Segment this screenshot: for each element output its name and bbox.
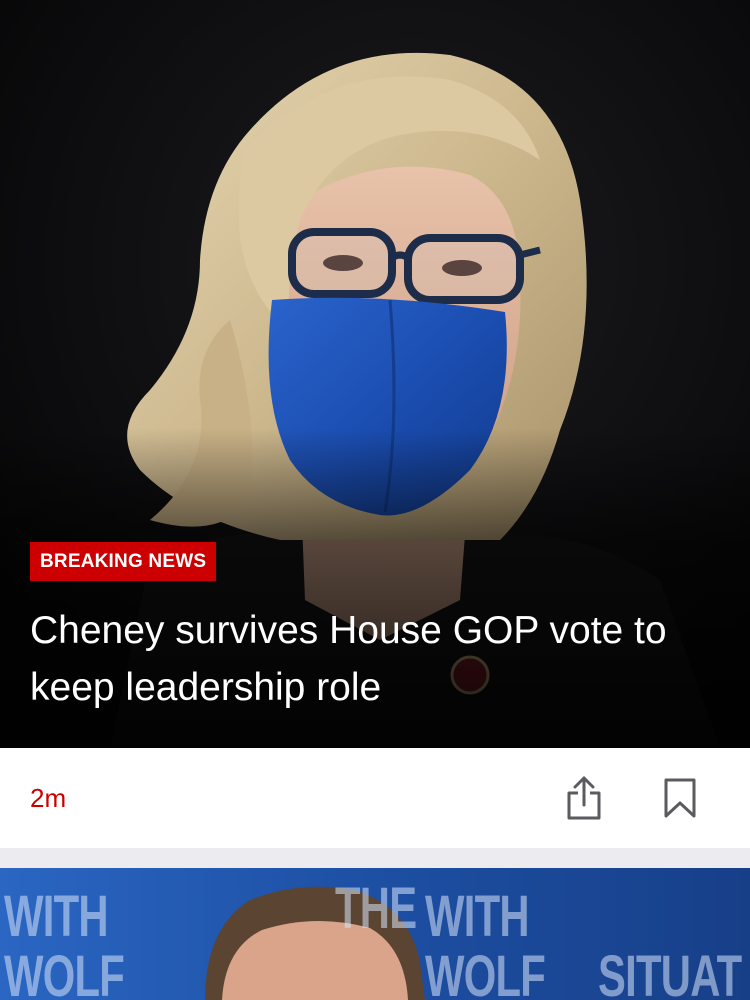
story-timestamp: 2m	[30, 783, 67, 813]
bookmark-button[interactable]	[652, 770, 708, 826]
breaking-news-badge: BREAKING NEWS	[30, 542, 217, 581]
backdrop-text: WOLF	[4, 944, 125, 1000]
backdrop-text: SITUAT	[598, 944, 742, 1000]
share-button[interactable]	[556, 770, 612, 826]
backdrop-text: WITH	[4, 884, 109, 949]
share-icon	[567, 776, 601, 820]
backdrop-text: WITH	[425, 884, 530, 949]
next-story-card[interactable]: WITH WOLF THE WITH WOLF SITUAT	[0, 868, 750, 1000]
story-action-bar: 2m	[0, 748, 750, 848]
bookmark-icon	[664, 778, 696, 818]
backdrop-text: THE	[335, 876, 417, 941]
story-headline[interactable]: Cheney survives House GOP vote to keep l…	[30, 602, 720, 716]
backdrop-text: WOLF	[425, 944, 546, 1000]
hero-story-card[interactable]: BREAKING NEWS Cheney survives House GOP …	[0, 0, 750, 748]
